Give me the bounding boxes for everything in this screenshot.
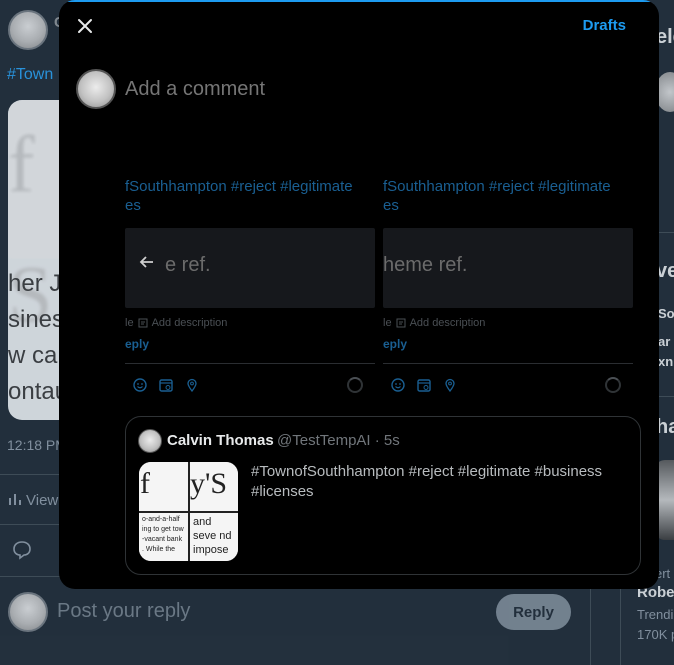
description-icon — [396, 318, 406, 328]
add-description-link[interactable]: Add description — [410, 317, 486, 329]
quoted-handle-time: @TestTempAI · 5s — [277, 432, 400, 449]
ghost-tags: es — [383, 197, 399, 214]
quoted-media-thumbnail: f So y'S o-and-a-half ing to get tow -va… — [139, 462, 238, 561]
divider — [383, 363, 633, 364]
comment-input[interactable] — [125, 75, 525, 103]
ghost-tags: es — [125, 197, 141, 214]
ghost-meta-prefix: le — [383, 317, 392, 329]
divider — [125, 363, 375, 364]
thumb-cell: o-and-a-half ing to get tow -vacant bank… — [139, 513, 188, 561]
add-description-link[interactable]: Add description — [152, 317, 228, 329]
thumb-cell: y'S — [190, 462, 238, 511]
schedule-icon[interactable] — [159, 378, 173, 392]
quoted-tweet[interactable]: Calvin Thomas @TestTempAI · 5s f So y'S … — [125, 416, 641, 575]
ghost-description-row: le Add description — [383, 317, 485, 329]
ghost-tags: fSouthhampton #reject #legitimate — [125, 178, 353, 195]
thumb-cell: and seve nd impose esses, ev — [190, 513, 238, 561]
emoji-icon[interactable] — [391, 378, 405, 392]
thumb-cell: f So — [139, 462, 188, 511]
schedule-icon[interactable] — [417, 378, 431, 392]
ghost-media-card: e ref. — [125, 228, 375, 308]
ghost-reply-setting[interactable]: eply — [125, 337, 149, 351]
emoji-icon[interactable] — [133, 378, 147, 392]
quoted-tweet-text: #TownofSouthhampton #reject #legitimate … — [251, 463, 603, 500]
ghost-description-row: le Add description — [125, 317, 227, 329]
ghost-preview-area: fSouthhampton #reject #legitimate es fSo… — [125, 170, 645, 410]
back-arrow-icon[interactable] — [137, 252, 157, 272]
character-count-ring — [347, 377, 363, 393]
location-icon[interactable] — [443, 378, 457, 392]
location-icon[interactable] — [185, 378, 199, 392]
character-count-ring — [605, 377, 621, 393]
close-icon — [78, 19, 92, 33]
ghost-card-text: e ref. — [165, 254, 211, 276]
quoted-avatar — [138, 429, 162, 453]
ghost-media-card: heme ref. — [383, 228, 633, 308]
drafts-button[interactable]: Drafts — [583, 17, 626, 34]
ghost-tags: fSouthhampton #reject #legitimate — [383, 178, 611, 195]
composer-avatar[interactable] — [76, 69, 116, 109]
modal-progress-bar — [59, 0, 659, 2]
close-button[interactable] — [71, 12, 99, 40]
quote-compose-modal: Drafts fSouthhampton #reject #legitimate… — [59, 0, 659, 589]
ghost-reply-setting[interactable]: eply — [383, 337, 407, 351]
ghost-toolbar — [133, 378, 199, 392]
quoted-author-name: Calvin Thomas — [167, 432, 274, 449]
description-icon — [138, 318, 148, 328]
ghost-toolbar — [391, 378, 457, 392]
ghost-card-text: heme ref. — [383, 254, 468, 276]
thumb-divider — [139, 511, 238, 513]
ghost-meta-prefix: le — [125, 317, 134, 329]
